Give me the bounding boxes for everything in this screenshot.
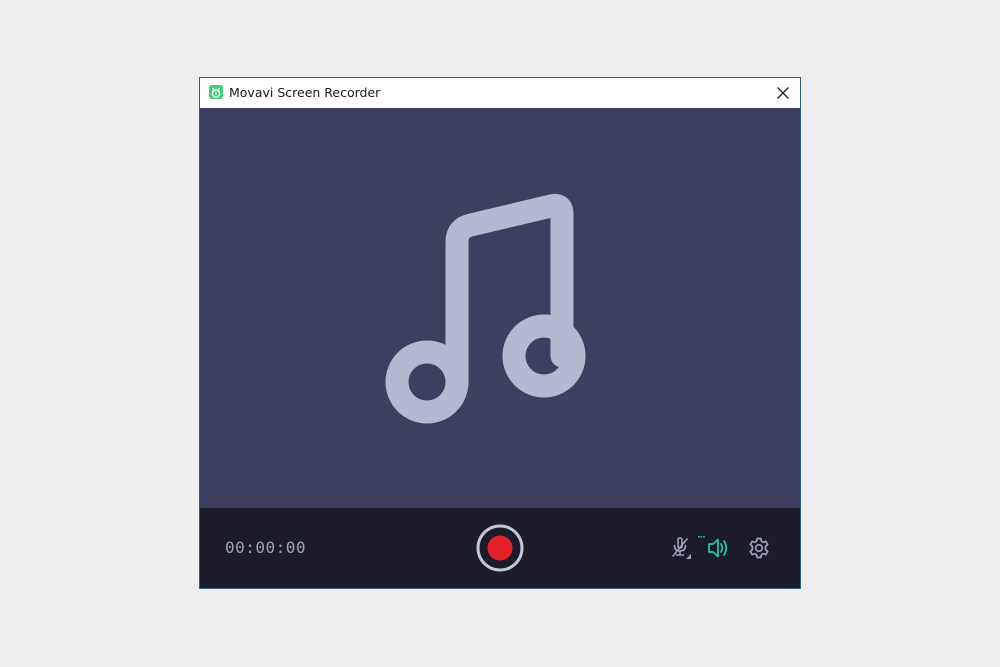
speaker-button[interactable] xyxy=(696,534,730,566)
gear-icon xyxy=(749,537,769,559)
movavi-app-icon xyxy=(209,85,223,99)
window-title: Movavi Screen Recorder xyxy=(229,85,381,100)
close-icon xyxy=(777,87,789,99)
record-button[interactable] xyxy=(476,524,524,572)
microphone-button[interactable] xyxy=(668,536,692,564)
microphone-muted-icon xyxy=(672,537,691,559)
record-icon xyxy=(476,524,524,572)
title-bar[interactable]: Movavi Screen Recorder xyxy=(200,78,800,108)
music-note-icon xyxy=(385,193,586,424)
settings-button[interactable] xyxy=(747,536,771,564)
control-bar: 00:00:00 xyxy=(200,508,800,588)
speaker-icon xyxy=(698,536,728,558)
close-button[interactable] xyxy=(766,78,800,108)
capture-preview xyxy=(200,108,800,508)
recording-timer: 00:00:00 xyxy=(225,538,307,557)
recorder-window: Movavi Screen Recorder 00:00:00 xyxy=(199,77,801,589)
